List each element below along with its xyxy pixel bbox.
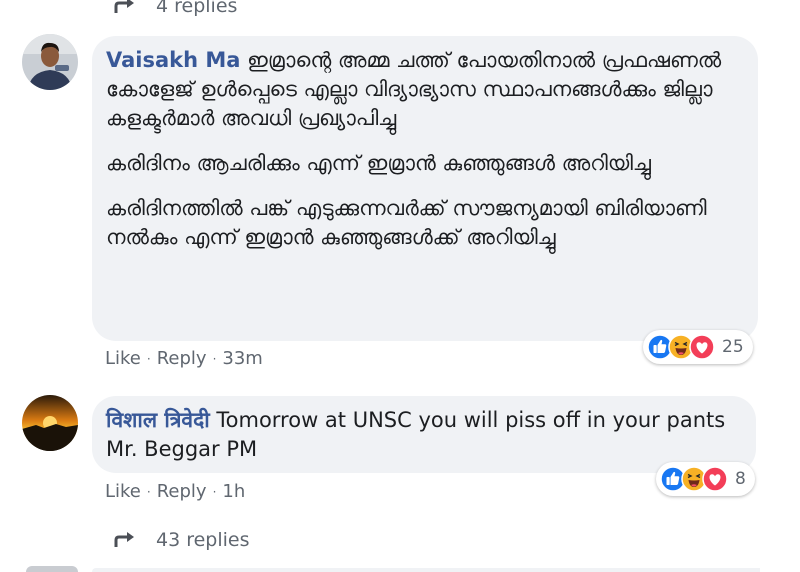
love-icon (702, 466, 728, 492)
reaction-summary[interactable]: 25 (643, 330, 753, 364)
next-comment-bubble (92, 568, 760, 572)
reaction-count: 8 (735, 469, 746, 489)
love-icon (689, 334, 715, 360)
timestamp[interactable]: 33m (222, 348, 262, 369)
comment-text: കരിദിനം ആചരിക്കും എന്ന് ഇമ്രാൻ കുഞ്ഞുങ്ങ… (106, 151, 651, 175)
comment-text: കരിദിനത്തിൽ പങ്ക് എടുക്കുന്നവർക്ക് സൗജന്… (106, 196, 707, 249)
separator-dot: · (212, 484, 217, 499)
reply-button[interactable]: Reply (157, 348, 207, 369)
reply-arrow-icon (114, 530, 136, 549)
comment-bubble: विशाल त्रिवेदी Tomorrow at UNSC you will… (92, 396, 756, 473)
separator-dot: · (146, 484, 151, 499)
reply-arrow-icon (114, 0, 136, 15)
next-comment-avatar (26, 566, 78, 572)
comment-body: विशाल त्रिवेदी Tomorrow at UNSC you will… (106, 406, 742, 464)
view-replies-link[interactable]: 4 replies (112, 0, 237, 20)
like-button[interactable]: Like (105, 481, 141, 502)
comment-author[interactable]: विशाल त्रिवेदी (106, 408, 210, 432)
avatar[interactable] (22, 34, 78, 90)
comment-actions: Like · Reply · 1h (105, 481, 245, 502)
replies-count: 43 replies (156, 529, 250, 551)
separator-dot: · (212, 351, 217, 366)
reaction-summary[interactable]: 8 (656, 462, 755, 496)
timestamp[interactable]: 1h (222, 481, 245, 502)
replies-count: 4 replies (156, 0, 238, 17)
like-button[interactable]: Like (105, 348, 141, 369)
comment-author[interactable]: Vaisakh Ma (106, 48, 240, 72)
reaction-count: 25 (722, 337, 744, 357)
comment-actions: Like · Reply · 33m (105, 348, 263, 369)
view-replies-link[interactable]: 43 replies (112, 526, 250, 554)
avatar[interactable] (22, 395, 78, 451)
comment-bubble: Vaisakh Ma ഇമ്രാന്റെ അമ്മ ചത്ത് പോയതിനാൽ… (92, 36, 758, 341)
reply-button[interactable]: Reply (157, 481, 207, 502)
comment-body: Vaisakh Ma ഇമ്രാന്റെ അമ്മ ചത്ത് പോയതിനാൽ… (106, 46, 744, 252)
separator-dot: · (146, 351, 151, 366)
